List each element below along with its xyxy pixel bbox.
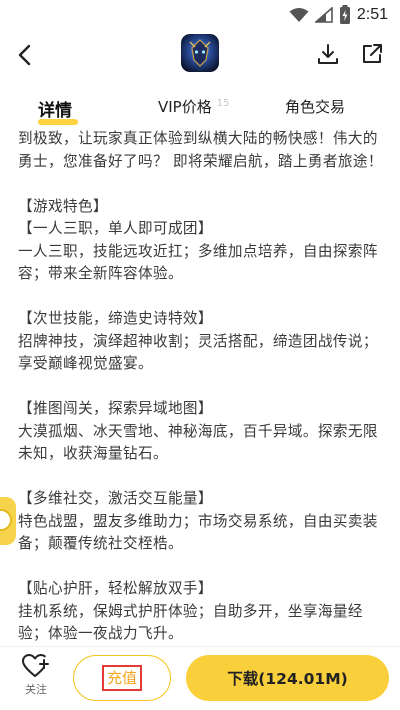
signal-icon	[314, 7, 333, 23]
section-title: 【次世技能，缔造史诗特效】	[18, 310, 213, 327]
section: 【次世技能，缔造史诗特效】 招牌神技，演绎超神收割；灵活搭配，缔造团战传说；享受…	[18, 308, 388, 376]
tab-bar: 详情 VIP价格 15 角色交易	[0, 88, 400, 128]
app-header	[0, 30, 400, 80]
section-body: 一人三职，技能远攻近扛；多维加点培养，自由探索阵容；带来全新阵容体验。	[18, 242, 378, 283]
tab-vip-label: VIP价格	[158, 98, 212, 116]
bottom-action-bar: 关注 充值 下载(124.01M)	[0, 646, 400, 710]
download-icon	[318, 44, 338, 64]
tab-trade-label: 角色交易	[285, 98, 346, 116]
section-body: 挂机系统，保姆式护肝体验；自助多开，坐享海量经验；体验一夜战力飞升。	[18, 602, 363, 643]
section: 【推图闯关，探索异域地图】 大漠孤烟、冰天雪地、神秘海底，百千异域。探索无限未知…	[18, 398, 388, 466]
section: 【多维社交，激活交互能量】 特色战盟，盟友多维助力；市场交易系统，自由买卖装备；…	[18, 488, 388, 556]
game-app-icon	[181, 34, 219, 72]
floating-assist-button[interactable]	[0, 497, 16, 545]
tab-details[interactable]: 详情	[38, 88, 72, 128]
recharge-button[interactable]: 充值	[73, 655, 171, 701]
heart-plus-icon	[22, 654, 49, 677]
section-title: 【贴心护肝，轻松解放双手】	[18, 580, 213, 597]
section-title: 【多维社交，激活交互能量】	[18, 490, 213, 507]
status-icons: 2:51	[289, 4, 388, 26]
follow-label: 关注	[25, 683, 47, 696]
follow-button[interactable]: 关注	[14, 653, 58, 705]
wifi-icon	[289, 8, 309, 22]
recharge-label: 充值	[101, 665, 142, 691]
tab-vip-price[interactable]: VIP价格 15	[158, 88, 229, 128]
section-title: 【推图闯关，探索异域地图】	[18, 400, 213, 417]
tab-role-trade[interactable]: 角色交易	[285, 88, 345, 128]
chevron-left-icon	[18, 44, 31, 66]
assist-icon	[0, 509, 12, 531]
intro-text: 到极致，让玩家真正体验到纵横大陆的畅快感！伟大的勇士，您准备好了吗？ 即将荣耀启…	[18, 130, 383, 170]
game-description: 到极致，让玩家真正体验到纵横大陆的畅快感！伟大的勇士，您准备好了吗？ 即将荣耀启…	[18, 128, 388, 646]
tab-details-label: 详情	[38, 101, 72, 121]
section: 【一人三职，单人即可成团】 一人三职，技能远攻近扛；多维加点培养，自由探索阵容；…	[18, 218, 388, 286]
back-button[interactable]	[8, 38, 42, 72]
share-button[interactable]	[356, 38, 388, 70]
share-icon	[363, 44, 382, 63]
features-title: 【游戏特色】	[18, 197, 108, 215]
section-body: 大漠孤烟、冰天雪地、神秘海底，百千异域。探索无限未知，收获海量钻石。	[18, 422, 378, 463]
status-bar: 2:51	[0, 0, 400, 30]
battery-icon	[339, 5, 350, 24]
download-button[interactable]: 下载(124.01M)	[186, 655, 389, 701]
section-body: 特色战盟，盟友多维助力；市场交易系统，自由买卖装备；颠覆传统社交桎梏。	[18, 512, 378, 553]
section-body: 招牌神技，演绎超神收割；灵活搭配，缔造团战传说；享受巅峰视觉盛宴。	[18, 332, 378, 373]
status-time: 2:51	[356, 6, 388, 23]
header-download-button[interactable]	[312, 38, 344, 70]
tab-vip-badge: 15	[216, 98, 230, 109]
section-title: 【一人三职，单人即可成团】	[18, 220, 213, 237]
section: 【贴心护肝，轻松解放双手】 挂机系统，保姆式护肝体验；自助多开，坐享海量经验；体…	[18, 578, 388, 646]
